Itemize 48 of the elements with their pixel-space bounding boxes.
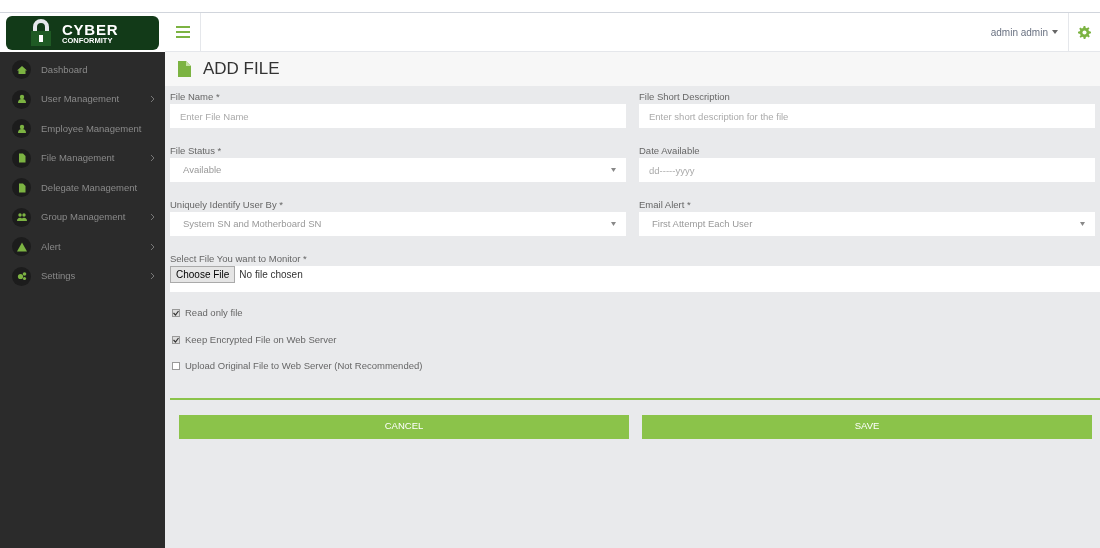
user-icon [12,89,31,109]
sidebar-item[interactable]: Delegate Management [0,173,165,203]
cogs-icon [12,266,31,286]
settings-icon [1078,25,1091,39]
user-icon [12,119,31,139]
field-label: File Name * [170,90,221,104]
field-label: File Short Description [639,90,731,104]
user-menu[interactable]: admin admin [990,24,1068,40]
file-icon [178,61,191,77]
group-icon [12,207,31,227]
page-title: ADD FILE [203,58,280,81]
select-field[interactable]: System SN and Motherboard SN [170,212,626,236]
sidebar-item[interactable]: Settings [0,261,165,291]
field-label: Email Alert * [639,198,692,212]
file-icon [12,148,31,168]
input-field[interactable]: Enter short description for the file [639,104,1095,128]
sidebar-item[interactable]: Dashboard [0,55,165,85]
checkbox[interactable] [172,335,180,344]
caret-icon [1080,222,1085,226]
checkbox[interactable] [172,309,180,318]
padlock-icon [28,19,54,47]
sidebar-item[interactable]: File Management [0,143,165,173]
sidebar-item[interactable]: Alert [0,232,165,262]
checkbox[interactable] [172,362,180,371]
caret-icon [1052,30,1058,34]
file-status: No file chosen [239,268,303,282]
select-field[interactable]: First Attempt Each User [639,212,1095,236]
caret-icon [611,168,616,172]
select-field[interactable]: Available [170,158,626,182]
caret-icon [611,222,616,226]
home-icon [12,60,31,80]
sidebar-item[interactable]: User Management [0,84,165,114]
sidebar-item[interactable]: Group Management [0,202,165,232]
alert-icon [12,237,31,257]
field-label: File Status * [170,144,223,158]
checkbox-label: Read only file [185,306,243,321]
field-label: Select File You want to Monitor * [170,252,308,266]
checkbox-label: Keep Encrypted File on Web Server [185,332,337,347]
input-field[interactable]: Enter File Name [170,104,626,128]
choose-file-button[interactable]: Choose File [170,266,236,283]
sidebar-item[interactable]: Employee Management [0,114,165,144]
checkbox-label: Upload Original File to Web Server (Not Recommended) [185,359,423,374]
date-field[interactable]: dd-----yyyy [639,158,1095,182]
logo-title: CYBER [62,21,119,37]
field-label: Uniquely Identify User By * [170,198,284,212]
file-icon [12,178,31,198]
field-label: Date Available [639,144,701,158]
menu-icon [175,26,190,38]
